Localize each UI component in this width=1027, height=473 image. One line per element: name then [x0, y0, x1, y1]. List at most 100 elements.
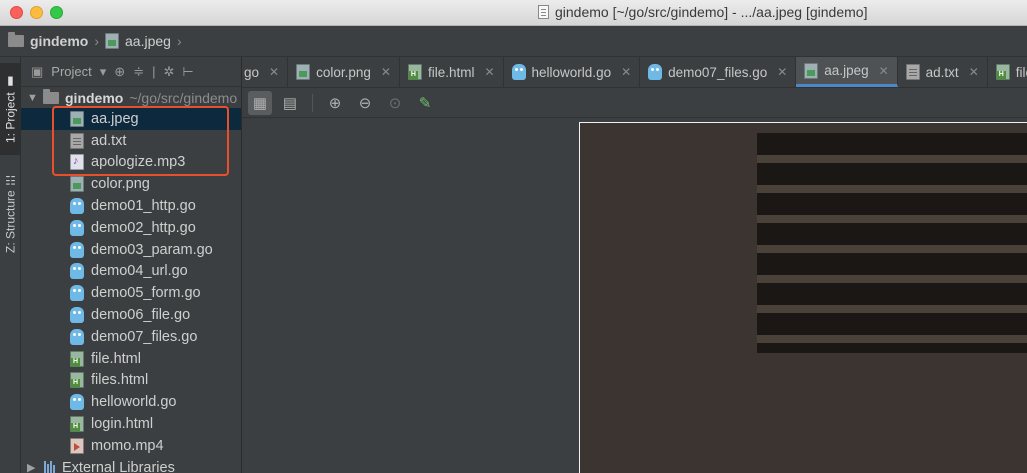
tab-label: demo07_files.go: [668, 64, 768, 80]
close-icon[interactable]: ✕: [777, 65, 787, 79]
tree-file-login-html[interactable]: login.html: [21, 413, 241, 435]
file-name: demo07_files.go: [91, 328, 198, 345]
chevron-right-icon[interactable]: ▶: [27, 461, 37, 473]
zoom-in-icon: ⊕: [328, 94, 342, 112]
target-icon[interactable]: ⊕: [114, 64, 125, 80]
go-file-icon: [648, 64, 663, 80]
folder-icon: [8, 32, 24, 47]
tab-ad-txt[interactable]: ad.txt ✕: [898, 57, 988, 87]
zoom-window-button[interactable]: [50, 6, 63, 19]
window-title-wrap: gindemo [~/go/src/gindemo] - .../aa.jpeg…: [538, 4, 867, 20]
file-name: demo05_form.go: [91, 285, 201, 302]
go-file-icon: [70, 285, 84, 302]
grid-icon: ▤: [282, 94, 298, 112]
breadcrumb-file[interactable]: aa.jpeg: [105, 33, 171, 49]
tree-file-momo-mp4[interactable]: momo.mp4: [21, 435, 241, 457]
project-view-label[interactable]: Project: [51, 64, 91, 79]
chevron-down-icon[interactable]: ▾: [100, 64, 107, 80]
tab-label: aa.jpeg: [824, 63, 869, 78]
structure-tab-label: Z: Structure: [3, 190, 18, 254]
tree-file-files-html[interactable]: files.html: [21, 370, 241, 392]
image-file-icon: [804, 62, 819, 79]
tab-file-html[interactable]: file.html ✕: [400, 57, 504, 87]
tree-file-demo02-http-go[interactable]: demo02_http.go: [21, 217, 241, 239]
close-icon[interactable]: ✕: [621, 65, 631, 79]
tab-structure[interactable]: Z: Structure ☷: [0, 167, 21, 259]
tab-label: helloworld.go: [531, 64, 612, 80]
tab-helloworld-go[interactable]: helloworld.go ✕: [504, 57, 641, 87]
minimize-window-button[interactable]: [30, 6, 43, 19]
tree-file-demo05-form-go[interactable]: demo05_form.go: [21, 282, 241, 304]
file-name: demo02_http.go: [91, 219, 196, 236]
close-icon[interactable]: ✕: [381, 65, 391, 79]
actual-size-icon: ⊙: [388, 94, 402, 112]
go-file-icon: [70, 219, 84, 236]
tree-file-demo06-file-go[interactable]: demo06_file.go: [21, 304, 241, 326]
image-file-icon: [70, 110, 84, 127]
divider: |: [152, 64, 156, 79]
tab-demo07-files-go[interactable]: demo07_files.go ✕: [640, 57, 797, 87]
file-name: demo04_url.go: [91, 263, 188, 280]
folder-icon: ▮: [3, 74, 18, 89]
file-name: color.png: [91, 176, 150, 193]
go-file-icon: [70, 241, 84, 258]
tree-file-ad-txt[interactable]: ad.txt: [21, 130, 241, 152]
zoom-out-button[interactable]: ⊖: [353, 91, 377, 115]
hide-panel-icon[interactable]: ⊢: [182, 64, 193, 80]
tree-root-gindemo[interactable]: ▼ gindemo ~/go/src/gindemo: [21, 87, 241, 108]
image-file-icon: [296, 64, 311, 80]
root-folder-name: gindemo: [65, 89, 124, 106]
tree-file-aa-jpeg[interactable]: aa.jpeg: [21, 108, 241, 130]
close-icon[interactable]: ✕: [969, 65, 979, 79]
breadcrumb-project-label: gindemo: [30, 33, 89, 49]
chevron-down-icon[interactable]: ▼: [27, 92, 38, 104]
chessboard-toggle-button[interactable]: ▦: [248, 90, 272, 115]
tree-file-demo04-url-go[interactable]: demo04_url.go: [21, 261, 241, 283]
tab-project[interactable]: 1: Project ▮: [0, 63, 21, 155]
close-icon[interactable]: ✕: [484, 65, 494, 79]
tab-label: file: [1015, 64, 1027, 80]
zoom-in-button[interactable]: ⊕: [323, 91, 347, 115]
tree-external-libraries[interactable]: ▶ External Libraries: [21, 457, 241, 473]
tab-label: ad.txt: [925, 64, 959, 80]
title-bar: gindemo [~/go/src/gindemo] - .../aa.jpeg…: [0, 0, 1027, 26]
grid-toggle-button[interactable]: ▤: [278, 91, 302, 115]
zoom-out-icon: ⊖: [358, 94, 372, 112]
file-name: files.html: [91, 372, 149, 389]
color-picker-button[interactable]: ✎: [413, 91, 437, 115]
close-icon[interactable]: ✕: [879, 64, 889, 78]
video-file-icon: [70, 437, 84, 454]
tab-partial-file[interactable]: file: [988, 57, 1027, 87]
tree-file-color-png[interactable]: color.png: [21, 173, 241, 195]
close-icon[interactable]: ✕: [269, 65, 279, 79]
html-file-icon: [70, 350, 84, 367]
tab-color-png[interactable]: color.png ✕: [288, 57, 400, 87]
folder-icon: [43, 88, 59, 104]
tree-file-apologize-mp3[interactable]: apologize.mp3: [21, 152, 241, 174]
eyedropper-icon: ✎: [418, 94, 432, 112]
image-file-icon: [105, 33, 120, 49]
actual-size-button[interactable]: ⊙: [383, 91, 407, 115]
close-window-button[interactable]: [10, 6, 23, 19]
external-libraries-label: External Libraries: [62, 459, 175, 473]
tree-file-helloworld-go[interactable]: helloworld.go: [21, 391, 241, 413]
file-name: aa.jpeg: [91, 110, 139, 127]
tree-file-demo01-http-go[interactable]: demo01_http.go: [21, 195, 241, 217]
file-name: demo03_param.go: [91, 241, 213, 258]
go-file-icon: [70, 198, 84, 215]
go-file-icon: [70, 328, 84, 345]
tree-file-file-html[interactable]: file.html: [21, 348, 241, 370]
gear-icon[interactable]: ✲: [164, 64, 175, 80]
go-file-icon: [70, 307, 84, 324]
tab-aa-jpeg[interactable]: aa.jpeg ✕: [796, 57, 898, 87]
collapse-all-icon[interactable]: ≑: [133, 64, 144, 80]
tree-file-demo03-param-go[interactable]: demo03_param.go: [21, 239, 241, 261]
tree-file-demo07-files-go[interactable]: demo07_files.go: [21, 326, 241, 348]
go-file-icon: [511, 64, 526, 80]
project-panel-header: ▣ Project ▾ ⊕ ≑ | ✲ ⊢: [21, 57, 241, 87]
chevron-right-icon: ›: [94, 33, 100, 49]
tab-partial-go[interactable]: go ✕: [242, 57, 289, 87]
breadcrumb-project[interactable]: gindemo: [8, 32, 89, 49]
library-icon: [44, 461, 55, 473]
tool-window-strip: 1: Project ▮ Z: Structure ☷: [0, 57, 21, 473]
